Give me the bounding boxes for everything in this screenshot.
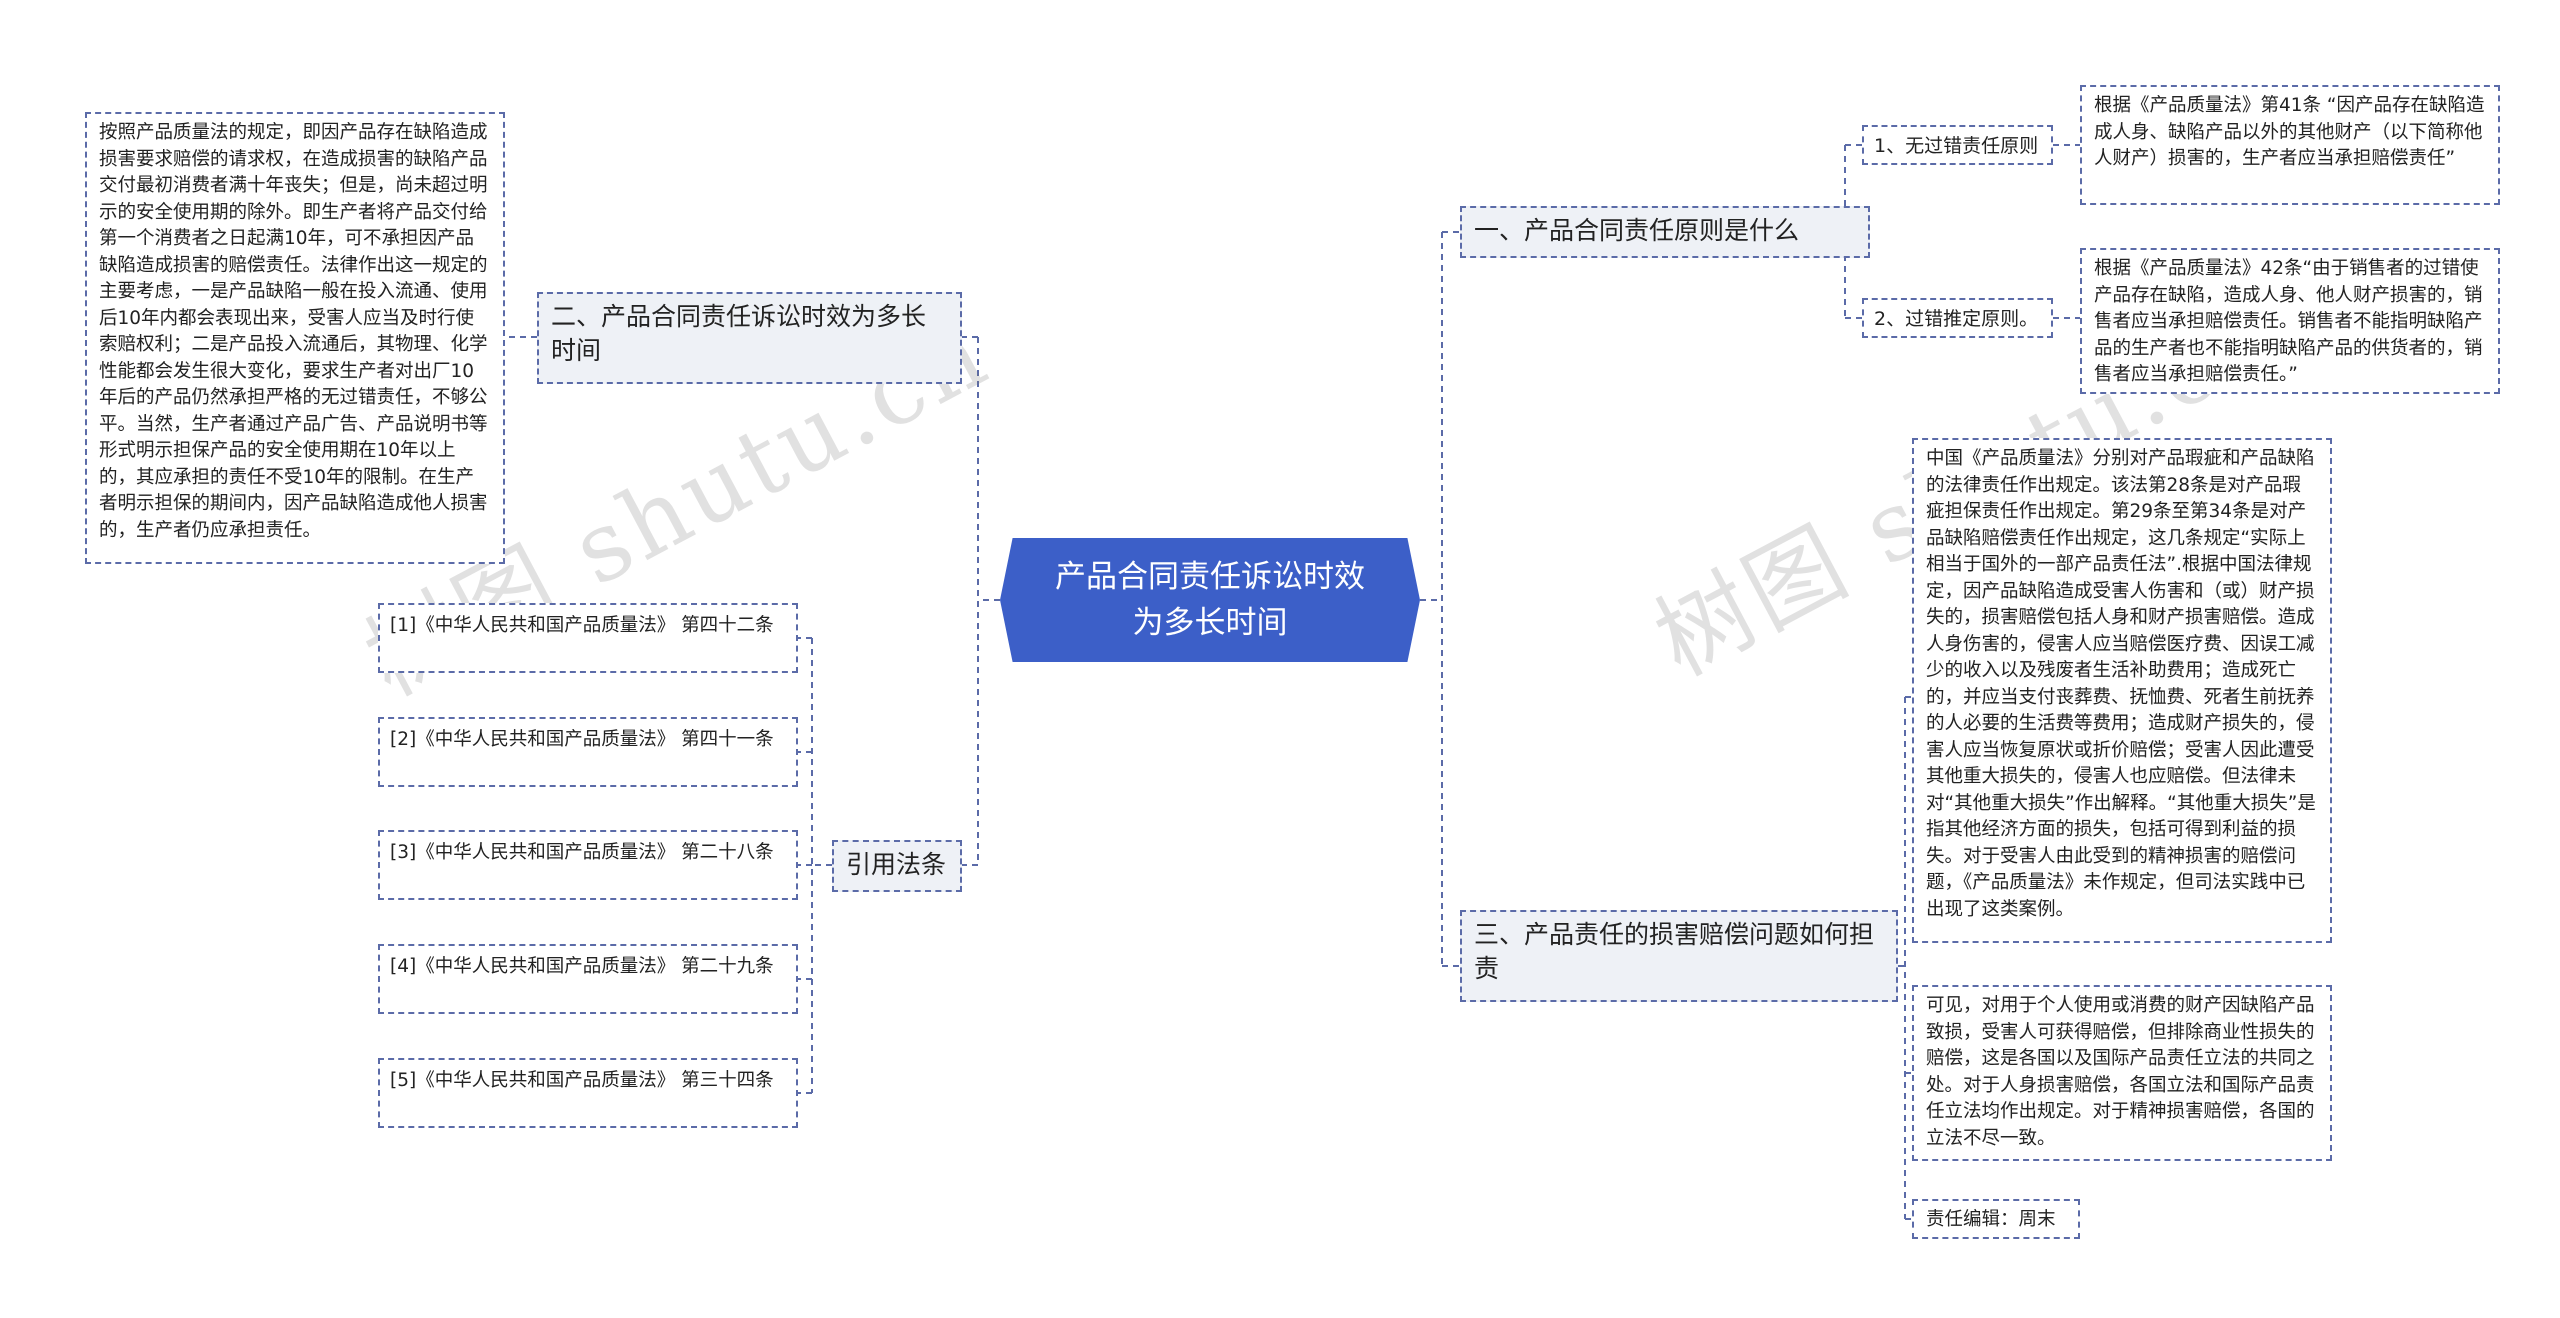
detail-text: 按照产品质量法的规定，即因产品存在缺陷造成损害要求赔偿的请求权，在造成损害的缺陷… — [99, 122, 488, 541]
central-topic-label: 产品合同责任诉讼时效为多长时间 — [1055, 559, 1365, 641]
detail-text: 可见，对用于个人使用或消费的财产因缺陷产品致损，受害人可获得赔偿，但排除商业性损… — [1926, 995, 2315, 1149]
branch-cited-laws[interactable]: 引用法条 — [832, 840, 962, 892]
branch-label: 三、产品责任的损害赔偿问题如何担责 — [1474, 920, 1875, 983]
detail-text: 根据《产品质量法》42条“由于销售者的过错使产品存在缺陷，造成人身、他人财产损害… — [2094, 258, 2483, 385]
detail-text: 中国《产品质量法》分别对产品瑕疵和产品缺陷的法律责任作出规定。该法第28条是对产… — [1926, 448, 2316, 920]
detail-limitation-period[interactable]: 按照产品质量法的规定，即因产品存在缺陷造成损害要求赔偿的请求权，在造成损害的缺陷… — [85, 112, 505, 564]
branch-limitation-period[interactable]: 二、产品合同责任诉讼时效为多长时间 — [537, 292, 962, 384]
editor-credit[interactable]: 责任编辑：周末 — [1912, 1199, 2080, 1239]
topic-presumed-fault-principle[interactable]: 2、过错推定原则。 — [1862, 298, 2053, 338]
mind-map-canvas: 树图 shutu.cn 树图 shutu.cn 产品合同责任诉讼时效为多长时间 … — [0, 0, 2560, 1318]
cited-law-item[interactable]: [3]《中华人民共和国产品质量法》 第二十八条 — [378, 830, 798, 900]
topic-label: 1、无过错责任原则 — [1874, 135, 2039, 157]
topic-no-fault-principle[interactable]: 1、无过错责任原则 — [1862, 125, 2053, 165]
cited-law-text: [2]《中华人民共和国产品质量法》 第四十一条 — [390, 729, 774, 750]
detail-no-fault-principle[interactable]: 根据《产品质量法》第41条 “因产品存在缺陷造成人身、缺陷产品以外的其他财产（以… — [2080, 85, 2500, 205]
central-topic[interactable]: 产品合同责任诉讼时效为多长时间 — [1000, 538, 1420, 662]
branch-label: 一、产品合同责任原则是什么 — [1474, 216, 1800, 245]
topic-label: 2、过错推定原则。 — [1874, 308, 2039, 330]
detail-international-comparison[interactable]: 可见，对用于个人使用或消费的财产因缺陷产品致损，受害人可获得赔偿，但排除商业性损… — [1912, 985, 2332, 1161]
cited-law-text: [5]《中华人民共和国产品质量法》 第三十四条 — [390, 1070, 774, 1091]
detail-presumed-fault-principle[interactable]: 根据《产品质量法》42条“由于销售者的过错使产品存在缺陷，造成人身、他人财产损害… — [2080, 248, 2500, 394]
branch-damage-compensation[interactable]: 三、产品责任的损害赔偿问题如何担责 — [1460, 910, 1898, 1002]
cited-law-text: [1]《中华人民共和国产品质量法》 第四十二条 — [390, 615, 774, 636]
branch-liability-principle[interactable]: 一、产品合同责任原则是什么 — [1460, 206, 1870, 258]
cited-law-text: [3]《中华人民共和国产品质量法》 第二十八条 — [390, 842, 774, 863]
detail-text: 根据《产品质量法》第41条 “因产品存在缺陷造成人身、缺陷产品以外的其他财产（以… — [2094, 95, 2485, 169]
branch-label: 二、产品合同责任诉讼时效为多长时间 — [551, 302, 927, 365]
branch-label: 引用法条 — [846, 850, 947, 879]
editor-text: 责任编辑：周末 — [1926, 1209, 2056, 1230]
cited-law-text: [4]《中华人民共和国产品质量法》 第二十九条 — [390, 956, 774, 977]
cited-law-item[interactable]: [1]《中华人民共和国产品质量法》 第四十二条 — [378, 603, 798, 673]
cited-law-item[interactable]: [4]《中华人民共和国产品质量法》 第二十九条 — [378, 944, 798, 1014]
cited-law-item[interactable]: [2]《中华人民共和国产品质量法》 第四十一条 — [378, 717, 798, 787]
detail-defect-liability-law[interactable]: 中国《产品质量法》分别对产品瑕疵和产品缺陷的法律责任作出规定。该法第28条是对产… — [1912, 438, 2332, 943]
cited-law-item[interactable]: [5]《中华人民共和国产品质量法》 第三十四条 — [378, 1058, 798, 1128]
